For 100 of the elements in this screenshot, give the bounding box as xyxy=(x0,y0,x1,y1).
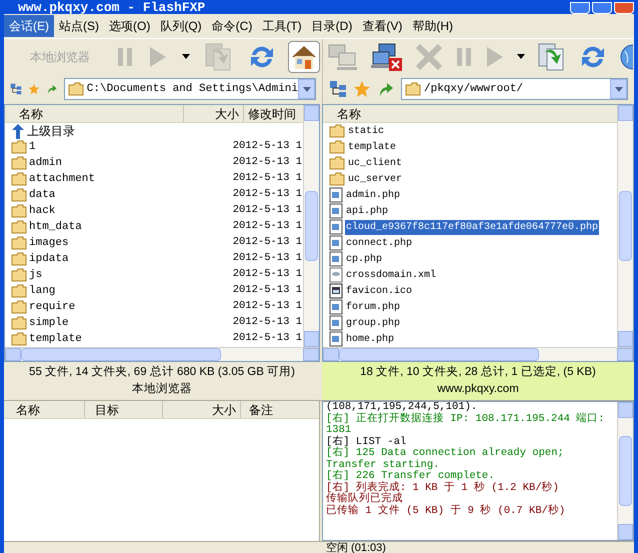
menu-item[interactable]: 队列(Q) xyxy=(155,15,207,37)
file-row[interactable]: template 2012-5-13 1 xyxy=(5,331,303,347)
folder-icon xyxy=(11,172,27,186)
star-icon[interactable] xyxy=(353,80,371,98)
menu-item[interactable]: 帮助(H) xyxy=(407,15,458,37)
column-header[interactable]: 名称 xyxy=(4,401,84,418)
file-row[interactable]: attachment 2012-5-13 1 xyxy=(5,171,303,187)
file-row[interactable]: favicon.ico xyxy=(323,283,617,299)
file-row[interactable]: forum.php xyxy=(323,299,617,315)
caret-icon xyxy=(614,86,622,92)
log-line: 传输队列已完成 xyxy=(326,494,404,505)
menu-item[interactable]: 会话(E) xyxy=(4,15,54,37)
file-row[interactable]: connect.php xyxy=(323,235,617,251)
file-row[interactable]: cloud_e9367f8c117ef80af3e1afde064777e0.php xyxy=(323,219,617,235)
file-icon xyxy=(329,203,343,219)
modified-date: 2012-5-13 1 xyxy=(232,283,303,298)
menu-item[interactable]: 查看(V) xyxy=(357,15,408,37)
column-header[interactable]: 名称 xyxy=(323,105,617,122)
menu-item[interactable]: 选项(O) xyxy=(104,15,156,37)
file-row[interactable]: admin.php xyxy=(323,187,617,203)
status-text: 18 文件, 10 文件夹, 28 总计, 1 已选定, (5 KB) xyxy=(360,364,596,380)
vertical-scrollbar[interactable] xyxy=(617,105,633,347)
file-row[interactable]: ipdata 2012-5-13 1 xyxy=(5,251,303,267)
folder-icon xyxy=(11,252,27,266)
file-row[interactable]: js 2012-5-13 1 xyxy=(5,267,303,283)
file-row[interactable]: cp.php xyxy=(323,251,617,267)
log-line: (108,171,195,244,5,101). xyxy=(326,402,478,413)
column-header[interactable]: 大小 xyxy=(162,401,240,418)
modified-date: 2012-5-13 1 xyxy=(232,235,303,250)
file-name: api.php xyxy=(345,204,390,218)
status-bar-text: 空闲 (01:03) xyxy=(325,542,386,553)
modified-date: 2012-5-13 1 xyxy=(232,299,303,314)
file-row[interactable]: 上级目录 xyxy=(5,123,303,139)
modified-date: 2012-5-13 1 xyxy=(232,219,303,234)
file-row[interactable]: home.php xyxy=(323,331,617,347)
file-row[interactable]: 1 2012-5-13 1 xyxy=(5,139,303,155)
horizontal-scrollbar[interactable] xyxy=(323,347,633,361)
path-field[interactable]: C:\Documents and Settings\Admini xyxy=(64,78,316,100)
file-name: attachment xyxy=(28,172,96,187)
modified-date: 2012-5-13 1 xyxy=(232,251,303,266)
caret-icon xyxy=(517,54,525,59)
log-line: [右] 125 Data connection already open; Transfer starting. xyxy=(326,448,565,470)
panel-caption: www.pkqxy.com xyxy=(437,382,519,397)
file-row[interactable]: admin 2012-5-13 1 xyxy=(5,155,303,171)
computers-icon xyxy=(327,42,359,70)
file-name: forum.php xyxy=(345,300,402,314)
file-name: htm_data xyxy=(28,220,83,235)
disconnect-icon xyxy=(371,42,403,72)
file-name: js xyxy=(28,268,44,283)
vertical-scrollbar[interactable] xyxy=(303,105,319,347)
menu-item[interactable]: 工具(T) xyxy=(257,15,307,37)
menu-item[interactable]: 目录(D) xyxy=(306,15,358,37)
dropdown-button[interactable] xyxy=(610,79,627,99)
file-name: simple xyxy=(28,316,70,331)
file-row[interactable]: group.php xyxy=(323,315,617,331)
column-header[interactable]: 目标 xyxy=(84,401,162,418)
file-row[interactable]: images 2012-5-13 1 xyxy=(5,235,303,251)
modified-date: 2012-5-13 1 xyxy=(232,267,303,282)
file-row[interactable]: lang 2012-5-13 1 xyxy=(5,283,303,299)
file-row[interactable]: uc_server xyxy=(323,171,617,187)
folder-icon xyxy=(11,284,27,298)
folder-icon xyxy=(329,156,345,170)
path-text: C:\Documents and Settings\Admini xyxy=(86,82,298,97)
pause-icon xyxy=(116,46,134,68)
file-row[interactable]: api.php xyxy=(323,203,617,219)
file-row[interactable]: data 2012-5-13 1 xyxy=(5,187,303,203)
file-row[interactable]: require 2012-5-13 1 xyxy=(5,299,303,315)
file-row[interactable]: hack 2012-5-13 1 xyxy=(5,203,303,219)
column-header[interactable]: 名称 xyxy=(5,105,183,122)
column-header[interactable]: 备注 xyxy=(240,401,319,418)
path-field[interactable]: /pkqxy/wwwroot/ xyxy=(401,78,628,100)
file-row[interactable]: crossdomain.xml xyxy=(323,267,617,283)
file-row[interactable]: uc_client xyxy=(323,155,617,171)
file-row[interactable]: htm_data 2012-5-13 1 xyxy=(5,219,303,235)
folder-icon xyxy=(11,220,27,234)
file-name: 1 xyxy=(28,140,37,155)
file-name: admin xyxy=(28,156,64,171)
tree-icon[interactable] xyxy=(329,80,347,98)
column-header[interactable]: 大小 xyxy=(183,105,243,122)
image-file-icon xyxy=(329,283,343,299)
folder-icon xyxy=(329,140,345,154)
close-button[interactable] xyxy=(614,2,634,14)
toolbar-button[interactable] xyxy=(371,40,403,72)
file-name: connect.php xyxy=(345,236,414,250)
minimize-button[interactable] xyxy=(570,2,590,14)
horizontal-scrollbar[interactable] xyxy=(5,347,319,361)
status-text: 55 文件, 14 文件夹, 69 总计 680 KB (3.05 GB 可用) xyxy=(29,364,295,380)
file-row[interactable]: template xyxy=(323,139,617,155)
vertical-scrollbar[interactable] xyxy=(617,402,633,540)
dropdown-button[interactable] xyxy=(298,79,315,99)
menu-item[interactable]: 命令(C) xyxy=(206,15,258,37)
folder-icon xyxy=(329,172,345,186)
file-name: data xyxy=(28,188,56,203)
maximize-button[interactable] xyxy=(592,2,612,14)
file-row[interactable]: simple 2012-5-13 1 xyxy=(5,315,303,331)
file-name: favicon.ico xyxy=(345,284,414,298)
menu-item[interactable]: 站点(S) xyxy=(54,15,104,37)
file-row[interactable]: static xyxy=(323,123,617,139)
file-icon xyxy=(329,315,343,331)
file-name: 上级目录 xyxy=(26,123,76,139)
